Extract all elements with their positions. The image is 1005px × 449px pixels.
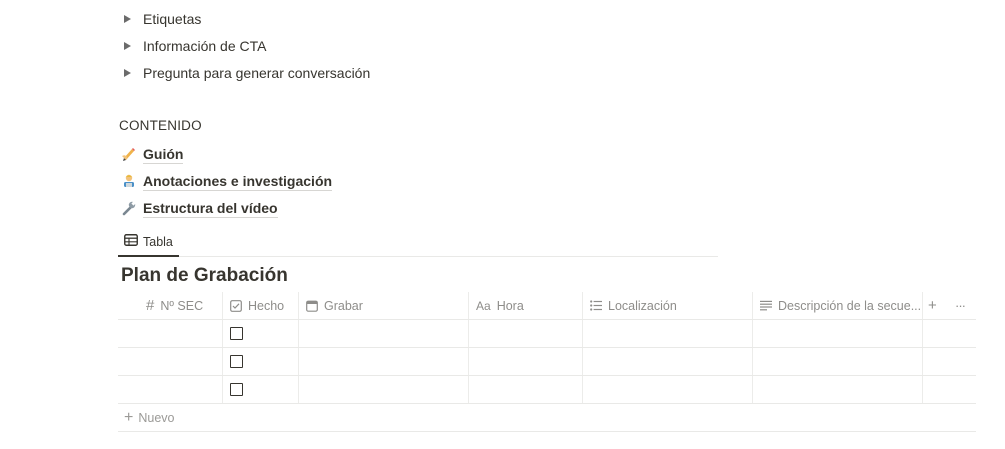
calendar-icon: [306, 300, 318, 312]
add-column-button[interactable]: +: [928, 292, 937, 319]
writing-hand-icon: [121, 146, 137, 162]
column-label: Hecho: [248, 298, 285, 313]
page-link-estructura[interactable]: Estructura del vídeo: [121, 196, 278, 220]
table-row[interactable]: [118, 348, 976, 376]
tab-label: Tabla: [143, 234, 173, 249]
toggle-label: Etiquetas: [143, 11, 202, 27]
table-row[interactable]: [118, 320, 976, 348]
technologist-icon: [121, 173, 137, 189]
database-title[interactable]: Plan de Grabación: [121, 265, 288, 287]
column-label: Hora: [496, 298, 524, 313]
toggle-informacion-cta[interactable]: Información de CTA: [120, 34, 266, 58]
checkbox-icon: [230, 299, 242, 312]
plus-icon: +: [124, 408, 134, 426]
page-link-label: Guión: [143, 145, 184, 164]
column-header-descripcion[interactable]: Descripción de la secue...: [752, 292, 922, 319]
column-label: Nº SEC: [160, 298, 204, 313]
table-header-row: # Nº SEC Hecho Grabar Aa Hora Localizaci…: [118, 292, 976, 320]
column-header-localizacion[interactable]: Localización: [582, 292, 752, 319]
column-label: Descripción de la secue...: [778, 298, 922, 313]
page-link-guion[interactable]: Guión: [121, 142, 184, 166]
column-header-hecho[interactable]: Hecho: [222, 292, 298, 319]
more-options-button[interactable]: ···: [955, 292, 966, 319]
column-header-hora[interactable]: Aa Hora: [468, 292, 582, 319]
list-icon: [590, 300, 602, 311]
column-header-grabar[interactable]: Grabar: [298, 292, 468, 319]
toggle-triangle-icon[interactable]: [124, 42, 131, 50]
title-icon: Aa: [476, 298, 491, 313]
text-icon: [760, 300, 772, 311]
toggle-label: Pregunta para generar conversación: [143, 65, 371, 81]
toggle-etiquetas[interactable]: Etiquetas: [120, 7, 201, 31]
table-icon: [124, 234, 143, 249]
toggle-triangle-icon[interactable]: [124, 15, 131, 23]
toggle-triangle-icon[interactable]: [124, 69, 131, 77]
tab-tabla[interactable]: Tabla: [118, 228, 179, 257]
page-link-anotaciones[interactable]: Anotaciones e investigación: [121, 169, 333, 193]
hash-icon: #: [146, 297, 155, 314]
page-link-label: Estructura del vídeo: [143, 199, 278, 218]
new-row-label: Nuevo: [138, 410, 175, 425]
database-table: # Nº SEC Hecho Grabar Aa Hora Localizaci…: [118, 292, 976, 432]
table-row[interactable]: [118, 376, 976, 404]
new-row-button[interactable]: + Nuevo: [118, 404, 976, 432]
wrench-icon: [121, 200, 137, 216]
toggle-label: Información de CTA: [143, 38, 267, 54]
hecho-checkbox[interactable]: [230, 355, 243, 368]
toggle-pregunta[interactable]: Pregunta para generar conversación: [120, 61, 370, 85]
column-label: Localización: [608, 298, 677, 313]
hecho-checkbox[interactable]: [230, 383, 243, 396]
column-header-sec[interactable]: # Nº SEC: [138, 292, 222, 319]
column-label: Grabar: [324, 298, 363, 313]
view-tab-bar: Tabla: [118, 228, 718, 257]
section-title: CONTENIDO: [119, 118, 202, 133]
hecho-checkbox[interactable]: [230, 327, 243, 340]
page-link-label: Anotaciones e investigación: [143, 172, 333, 191]
